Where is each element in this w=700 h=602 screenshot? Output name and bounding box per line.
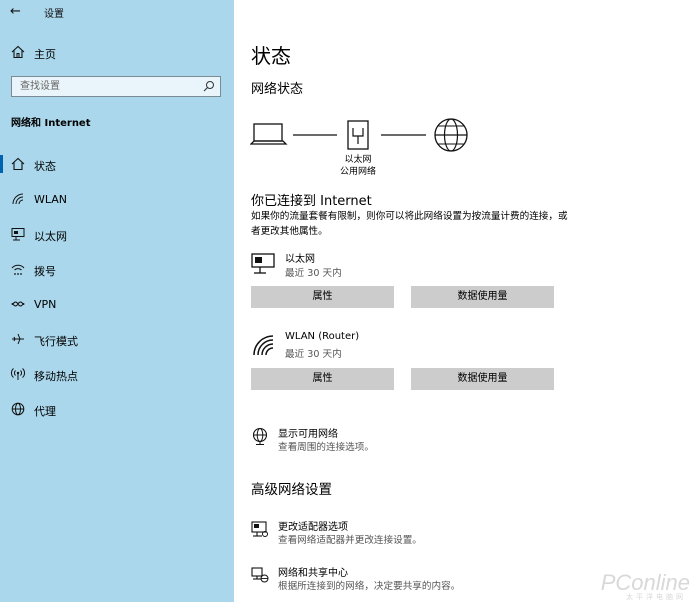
- sidebar-item-label: VPN: [34, 298, 57, 311]
- laptop-icon: [250, 123, 288, 145]
- sidebar-item-wlan[interactable]: WLAN: [0, 185, 234, 220]
- search-box[interactable]: [11, 76, 221, 97]
- diagram-label-public: 公用网络: [339, 167, 376, 177]
- sidebar-nav: 状态 WLAN 以太网 拨号 VPN 飞行模式 移动热点 代理: [0, 150, 234, 430]
- sidebar-item-label: 拨号: [34, 265, 56, 278]
- sidebar-item-status[interactable]: 状态: [0, 150, 234, 185]
- show-available-networks[interactable]: 显示可用网络 查看周围的连接选项。: [251, 425, 551, 453]
- network-diagram: 以太网 公用网络: [250, 114, 480, 184]
- link-desc: 查看网络适配器并更改连接设置。: [278, 535, 422, 546]
- main-panel: 状态 网络状态 以太网 公用网络 你已连接到 Internet 如果你的流量套餐…: [234, 0, 700, 602]
- sidebar-item-vpn[interactable]: VPN: [0, 290, 234, 325]
- sidebar-item-proxy[interactable]: 代理: [0, 395, 234, 430]
- sidebar-item-label: 以太网: [34, 230, 67, 243]
- connected-title: 你已连接到 Internet: [251, 194, 372, 209]
- sidebar-item-ethernet[interactable]: 以太网: [0, 220, 234, 255]
- network-sharing-icon: [251, 567, 269, 583]
- ethernet-data-usage-button[interactable]: 数据使用量: [411, 286, 554, 308]
- hotspot-icon: [11, 368, 25, 380]
- connection-usage: 最近 30 天内: [285, 349, 342, 360]
- adapter-icon: [251, 521, 268, 537]
- network-sharing-center[interactable]: 网络和共享中心 根据所连接到的网络，决定要共享的内容。: [251, 564, 551, 592]
- change-adapter-options[interactable]: 更改适配器选项 查看网络适配器并更改连接设置。: [251, 518, 551, 546]
- link-desc: 查看周围的连接选项。: [278, 442, 374, 453]
- network-diagram-svg: [250, 118, 468, 152]
- wlan-properties-button[interactable]: 属性: [251, 368, 394, 390]
- sidebar-item-label: 移动热点: [34, 370, 78, 383]
- connection-name: 以太网: [285, 254, 315, 265]
- search-input[interactable]: [12, 77, 197, 96]
- sidebar-item-label: WLAN: [34, 193, 68, 206]
- airplane-icon: [12, 333, 24, 345]
- wlan-data-usage-button[interactable]: 数据使用量: [411, 368, 554, 390]
- window-title: 设置: [44, 9, 64, 20]
- title-bar: ← 设置: [0, 0, 234, 24]
- sidebar-item-dialup[interactable]: 拨号: [0, 255, 234, 290]
- wifi-signal-icon: [253, 335, 274, 356]
- watermark-sub: 太平洋电脑网: [626, 593, 686, 601]
- network-status-title: 网络状态: [251, 82, 304, 97]
- search-icon[interactable]: [203, 80, 215, 92]
- advanced-settings-title: 高级网络设置: [251, 482, 332, 498]
- connection-description: 如果你的流量套餐有限制，则你可以将此网络设置为按流量计费的连接，或者更改其他属性…: [251, 211, 568, 237]
- vpn-icon: [11, 301, 25, 307]
- diagram-label-ethernet: 以太网: [344, 155, 372, 165]
- ethernet-adapter-icon: [251, 253, 275, 274]
- connection-name: WLAN (Router): [285, 331, 360, 342]
- ethernet-properties-button[interactable]: 属性: [251, 286, 394, 308]
- sidebar-item-label: 飞行模式: [34, 335, 78, 348]
- ethernet-icon: [11, 228, 25, 241]
- link-title: 网络和共享中心: [278, 568, 348, 579]
- ethernet-port-icon: [347, 120, 369, 150]
- sidebar-item-label: 代理: [34, 405, 56, 418]
- sidebar-item-airplane[interactable]: 飞行模式: [0, 325, 234, 360]
- sidebar-home[interactable]: 主页: [0, 42, 234, 64]
- connection-usage: 最近 30 天内: [285, 268, 342, 279]
- connection-wlan: WLAN (Router) 最近 30 天内: [251, 331, 551, 361]
- dialup-icon: [11, 264, 25, 275]
- sidebar-item-label: 状态: [34, 160, 56, 173]
- back-arrow-icon[interactable]: ←: [10, 4, 21, 19]
- home-status-icon: [11, 157, 25, 171]
- wifi-icon: [12, 193, 24, 205]
- connection-ethernet: 以太网 最近 30 天内: [251, 250, 551, 280]
- link-title: 显示可用网络: [278, 429, 338, 440]
- globe-network-icon: [252, 427, 268, 445]
- globe-icon: [11, 402, 25, 416]
- sidebar-item-hotspot[interactable]: 移动热点: [0, 360, 234, 395]
- home-icon: [11, 45, 25, 59]
- sidebar-section-title: 网络和 Internet: [11, 118, 91, 129]
- home-label: 主页: [34, 48, 56, 61]
- page-title: 状态: [251, 44, 291, 68]
- link-desc: 根据所连接到的网络，决定要共享的内容。: [278, 581, 461, 592]
- internet-globe-icon: [434, 118, 468, 152]
- link-title: 更改适配器选项: [278, 522, 348, 533]
- sidebar: ← 设置 主页 网络和 Internet 状态: [0, 0, 234, 602]
